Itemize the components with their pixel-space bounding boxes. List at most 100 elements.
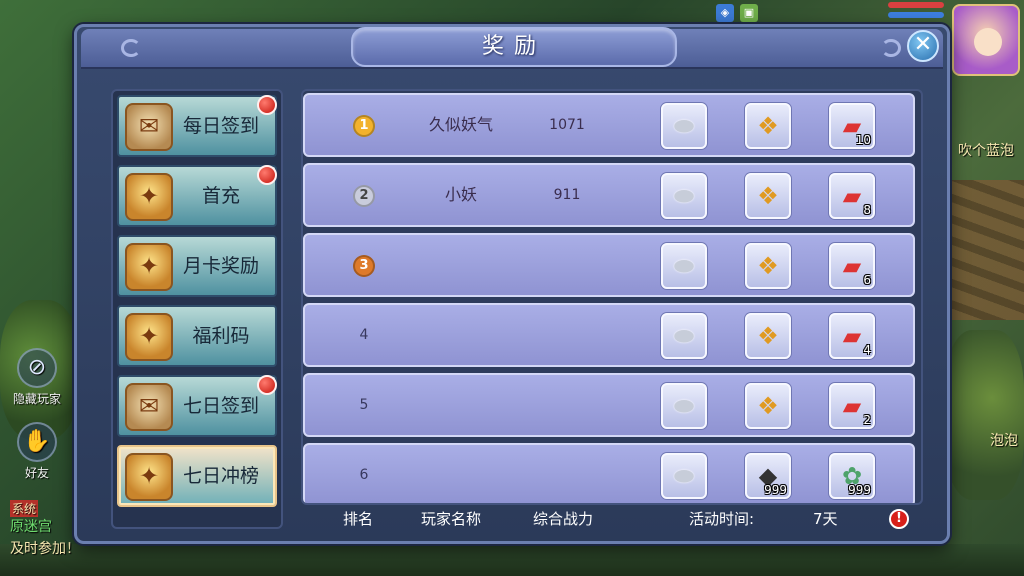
bag-icon[interactable]: ▣	[740, 4, 758, 22]
reward-slot[interactable]: ⬬	[661, 173, 707, 219]
hide-players-icon: ⊘	[17, 348, 57, 388]
silver-ingot-icon: ⬬	[673, 392, 695, 420]
reward-slot[interactable]: ❖	[745, 103, 791, 149]
tab-daily-checkin[interactable]: ✉ 每日签到	[117, 95, 277, 157]
silver-ingot-icon: ⬬	[673, 182, 695, 210]
bronze-medal-icon: 3	[353, 255, 375, 277]
silver-medal-icon: 2	[353, 185, 375, 207]
map-icon[interactable]: ◈	[716, 4, 734, 22]
hide-players-button[interactable]: ⊘ 隐藏玩家	[6, 348, 68, 407]
reward-quantity: 10	[855, 133, 871, 147]
ranking-list: 1 久似妖气 1071 ⬬ ❖ ▰ 10 2 小妖 911 ⬬ ❖ ▰ 8 3 ⬬ …	[301, 89, 923, 505]
player-name-column-label: 玩家名称	[421, 510, 482, 528]
reward-dialog: 奖励 ✕ ✉ 每日签到 ✦ 首充 ✦ 月卡奖励 ✦ 福利码 ✉ 七日签到 ✦ 七…	[74, 24, 950, 544]
reward-slot[interactable]: ▰ 2	[829, 383, 875, 429]
ranking-row: 4 ⬬ ❖ ▰ 4	[303, 303, 915, 367]
tab-first-recharge[interactable]: ✦ 首充	[117, 165, 277, 227]
reward-slot[interactable]: ⬬	[661, 383, 707, 429]
info-warning-icon[interactable]: !	[889, 509, 909, 529]
reward-slot[interactable]: ⬬	[661, 453, 707, 499]
background-foliage-right	[944, 330, 1024, 500]
treasure-chest-icon: ✦	[125, 243, 173, 291]
notification-badge	[257, 95, 277, 115]
silver-ingot-icon: ⬬	[673, 112, 695, 140]
background-wood-crates	[948, 180, 1024, 320]
tab-welfare-code[interactable]: ✦ 福利码	[117, 305, 277, 367]
ranking-row: 5 ⬬ ❖ ▰ 2	[303, 373, 915, 437]
reward-slot[interactable]: ❖	[745, 243, 791, 289]
chat-line-1: 原迷宫	[10, 519, 52, 535]
swirl-ornament-left	[121, 39, 141, 57]
handshake-icon: ✋	[17, 422, 57, 462]
tab-partial-next[interactable]	[117, 527, 277, 529]
close-icon: ✕	[913, 32, 933, 57]
player-avatar[interactable]	[952, 4, 1020, 76]
reward-slot[interactable]: ▰ 4	[829, 313, 875, 359]
rank-number: 6	[359, 467, 369, 483]
activity-time-value: 7天	[813, 510, 838, 528]
treasure-chest-icon: ✦	[125, 313, 173, 361]
reward-quantity: 8	[863, 203, 871, 217]
combat-power: 911	[553, 187, 581, 203]
reward-slot[interactable]: ✿ 999	[829, 453, 875, 499]
player-name: 久似妖气	[428, 115, 493, 134]
scroll-icon: ✉	[125, 103, 173, 151]
tab-seven-day-ranking[interactable]: ✦ 七日冲榜	[117, 445, 277, 507]
tab-monthly-card[interactable]: ✦ 月卡奖励	[117, 235, 277, 297]
reward-tab-list: ✉ 每日签到 ✦ 首充 ✦ 月卡奖励 ✦ 福利码 ✉ 七日签到 ✦ 七日冲榜	[111, 89, 283, 529]
reward-slot[interactable]: ❖	[745, 383, 791, 429]
rank-number: 4	[359, 327, 369, 343]
reward-quantity: 2	[863, 413, 871, 427]
tab-label: 七日冲榜	[182, 465, 259, 487]
rank-number: 5	[359, 397, 369, 413]
rank-column-label: 排名	[343, 510, 374, 528]
reward-slot[interactable]: ◆ 999	[745, 453, 791, 499]
mp-bar	[888, 12, 944, 18]
hp-bar	[888, 2, 944, 8]
reward-slot[interactable]: ⬬	[661, 103, 707, 149]
reward-slot[interactable]: ⬬	[661, 313, 707, 359]
chat-channel-tag: 系统	[10, 500, 39, 517]
tab-label: 月卡奖励	[182, 255, 259, 277]
friends-button[interactable]: ✋ 好友	[6, 422, 68, 481]
reward-quantity: 6	[863, 273, 871, 287]
reward-slot[interactable]: ❖	[745, 313, 791, 359]
combat-power-column-label: 综合战力	[533, 510, 594, 528]
gold-token-icon: ❖	[757, 252, 779, 280]
treasure-chest-icon: ✦	[125, 173, 173, 221]
reward-slot[interactable]: ❖	[745, 173, 791, 219]
reward-quantity: 999	[764, 483, 787, 497]
reward-slot[interactable]: ▰ 10	[829, 103, 875, 149]
reward-slot[interactable]: ⬬	[661, 243, 707, 289]
gold-token-icon: ❖	[757, 322, 779, 350]
tab-label: 首充	[201, 185, 240, 207]
player-hp-mp-bars	[888, 0, 944, 24]
background-ground	[0, 544, 1024, 576]
notification-badge	[257, 375, 277, 395]
notification-badge	[257, 165, 277, 185]
ranking-row: 6 ⬬ ◆ 999 ✿ 999	[303, 443, 915, 503]
activity-time-label: 活动时间:	[689, 510, 755, 528]
reward-slot[interactable]: ▰ 6	[829, 243, 875, 289]
silver-ingot-icon: ⬬	[673, 462, 695, 490]
npc-speech-text-1: 吹个蓝泡	[958, 143, 1014, 159]
tab-label: 每日签到	[182, 115, 259, 137]
treasure-chest-icon: ✦	[125, 453, 173, 501]
reward-slot[interactable]: ▰ 8	[829, 173, 875, 219]
tab-seven-day-checkin[interactable]: ✉ 七日签到	[117, 375, 277, 437]
player-name: 小妖	[444, 185, 477, 204]
combat-power: 1071	[549, 117, 585, 133]
ranking-footer: 排名 玩家名称 综合战力 活动时间: 7天 !	[301, 507, 923, 531]
close-button[interactable]: ✕	[907, 30, 939, 62]
ranking-row: 3 ⬬ ❖ ▰ 6	[303, 233, 915, 297]
tab-label: 七日签到	[182, 395, 259, 417]
ranking-row: 1 久似妖气 1071 ⬬ ❖ ▰ 10	[303, 93, 915, 157]
gold-token-icon: ❖	[757, 182, 779, 210]
gold-medal-icon: 1	[353, 115, 375, 137]
npc-speech-text-2: 泡泡	[990, 433, 1018, 449]
ranking-row: 2 小妖 911 ⬬ ❖ ▰ 8	[303, 163, 915, 227]
tab-label: 福利码	[192, 325, 250, 347]
reward-quantity: 4	[863, 343, 871, 357]
scroll-icon: ✉	[125, 383, 173, 431]
gold-token-icon: ❖	[757, 392, 779, 420]
